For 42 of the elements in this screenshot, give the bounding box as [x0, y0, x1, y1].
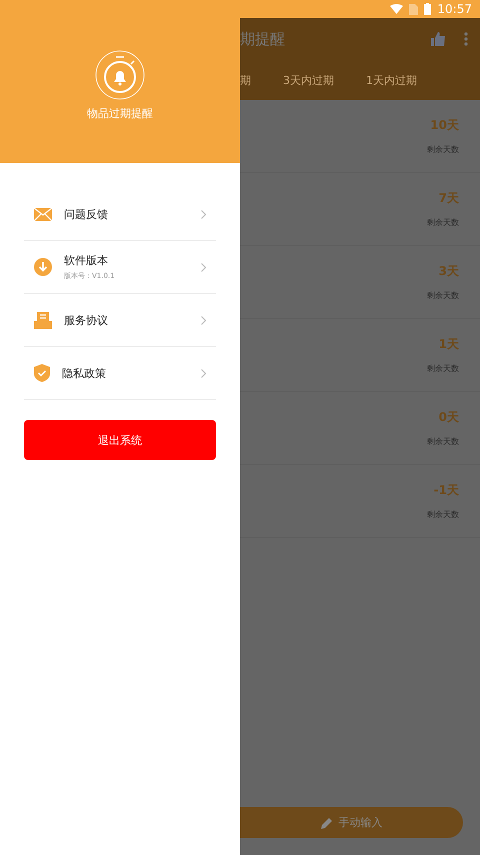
- filter-tab[interactable]: 3天内过期: [283, 72, 334, 88]
- menu-label: 软件版本: [64, 253, 109, 268]
- battery-icon: [424, 3, 432, 15]
- days-remaining: -1天: [434, 482, 459, 499]
- download-icon: [34, 258, 52, 276]
- filter-tab[interactable]: 1天内过期: [366, 72, 417, 88]
- days-remaining: 10天: [430, 117, 459, 134]
- days-label: 剩余天数: [427, 509, 459, 520]
- days-label: 剩余天数: [427, 290, 459, 301]
- chevron-right-icon: [201, 262, 206, 272]
- chevron-right-icon: [201, 368, 206, 378]
- more-icon[interactable]: [464, 32, 468, 46]
- days-label: 剩余天数: [427, 144, 459, 155]
- envelope-icon: [34, 208, 52, 220]
- days-label: 剩余天数: [427, 436, 459, 447]
- app-name: 物品过期提醒: [87, 106, 153, 121]
- bell-timer-logo-icon: [95, 50, 145, 100]
- wifi-icon: [390, 4, 404, 14]
- days-label: 剩余天数: [427, 217, 459, 228]
- status-time: 10:57: [437, 2, 472, 16]
- days-remaining: 7天: [438, 190, 459, 207]
- chevron-right-icon: [201, 316, 206, 324]
- menu-label: 隐私政策: [62, 366, 107, 380]
- drawer-menu-item[interactable]: 问题反馈: [24, 188, 216, 241]
- drawer-menu-item[interactable]: 隐私政策: [24, 347, 216, 400]
- days-remaining: 0天: [438, 409, 459, 426]
- days-remaining: 1天: [438, 336, 459, 353]
- document-tray-icon: [34, 311, 52, 329]
- thumbs-up-icon[interactable]: [431, 32, 446, 46]
- days-remaining: 3天: [438, 263, 459, 280]
- days-label: 剩余天数: [427, 363, 459, 374]
- drawer-menu-item[interactable]: 服务协议: [24, 294, 216, 347]
- pencil-icon: [320, 816, 332, 828]
- app-bar-title: 期提醒: [240, 30, 286, 48]
- menu-label: 问题反馈: [64, 206, 109, 222]
- menu-label: 服务协议: [64, 312, 109, 328]
- logout-button[interactable]: 退出系统: [24, 420, 216, 460]
- chevron-right-icon: [201, 210, 206, 218]
- no-sim-icon: [409, 4, 418, 14]
- filter-tab[interactable]: 期: [240, 72, 251, 88]
- manual-input-button[interactable]: 手动输入: [240, 807, 463, 838]
- shield-check-icon: [34, 364, 50, 382]
